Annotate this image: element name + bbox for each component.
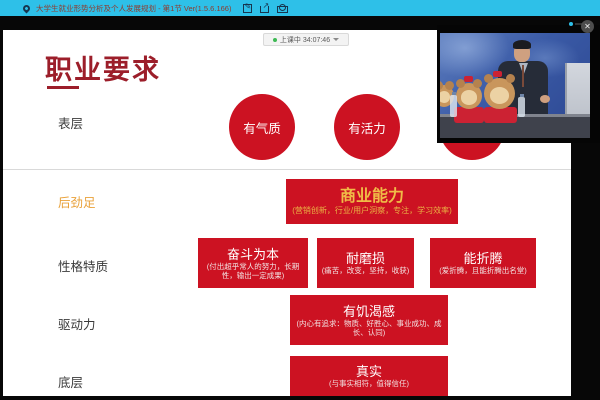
trait-box-subtitle: (付出超乎常人的努力，长期性，输出一定成果) [201,262,305,280]
presenter-lanyard [522,65,524,87]
trait-box-title: 商业能力 [340,188,404,206]
row-label-drive: 驱动力 [58,314,96,333]
row-divider [3,169,571,170]
network-indicator-icon [569,22,573,26]
presenter-hand [540,95,550,103]
trait-box-authentic: 真实 (与事实相符，值得信任) [290,356,448,396]
trait-box-subtitle: (爱折腾，且能折腾出名堂) [439,266,527,275]
trait-box-hustle: 能折腾 (爱折腾，且能折腾出名堂) [430,238,536,288]
water-bottle [518,97,525,117]
class-status-text: 上课中 34:07:46 [280,35,330,45]
slide-title-underline [47,86,79,89]
trait-box-subtitle: (营销创新，行业/用户洞察，专注，学习效率) [292,206,452,215]
trait-circle: 有活力 [334,94,400,160]
chevron-down-icon[interactable] [333,38,339,41]
slide-title: 职业要求 [45,48,161,87]
class-status-pill[interactable]: 上课中 34:07:46 [263,33,349,46]
status-dot-icon [273,38,277,42]
trait-box-title: 能折腾 [463,251,502,266]
titlebar: 大学生就业形势分析及个人发展规划 - 第1节 Ver(1.5.6.166) [0,0,600,16]
trait-box-title: 有饥渴感 [343,304,395,319]
mascot-outfit [484,107,517,123]
row-label-surface: 表层 [58,113,83,132]
app-window: 大学生就业形势分析及个人发展规划 - 第1节 Ver(1.5.6.166) 上课… [0,0,600,400]
trait-box-title: 奋斗为本 [227,247,279,262]
row-label-base: 底层 [58,372,83,391]
row-label-stamina: 后劲足 [58,192,96,211]
trait-box-title: 真实 [356,364,382,379]
trait-box-endurance: 耐磨损 (痛苦，改变，坚持，收获) [317,238,414,288]
presenter-hair [513,40,531,49]
edit-icon[interactable] [243,4,252,13]
trait-box-subtitle: (痛苦，改变，坚持，收获) [322,266,410,275]
mascot-plush-icon [484,78,515,109]
trait-box-subtitle: (内心有追求：物质、好胜心、事业成功、成长、认同) [293,319,445,337]
video-content [440,33,590,138]
trait-box-business: 商业能力 (营销创新，行业/用户洞察，专注，学习效率) [286,179,458,224]
trait-box-subtitle: (与事实相符，值得信任) [329,379,409,388]
row-label-character: 性格特质 [58,256,108,275]
webcam-video-window[interactable] [437,25,600,143]
close-icon[interactable]: ✕ [581,20,594,33]
mascot-plush-icon [456,83,482,109]
trait-box-title: 耐磨损 [346,251,385,266]
water-bottle [450,95,457,117]
titlebar-actions [243,4,286,13]
trait-circle: 有气质 [229,94,295,160]
gift-icon[interactable] [277,4,286,13]
mascot-outfit [454,107,484,123]
trait-box-striving: 奋斗为本 (付出超乎常人的努力，长期性，输出一定成果) [198,238,308,288]
pin-icon [22,3,32,13]
trait-box-hunger: 有饥渴感 (内心有追求：物质、好胜心、事业成功、成长、认同) [290,295,448,345]
window-title: 大学生就业形势分析及个人发展规划 - 第1节 Ver(1.5.6.166) [36,3,231,14]
share-icon[interactable] [260,6,269,13]
